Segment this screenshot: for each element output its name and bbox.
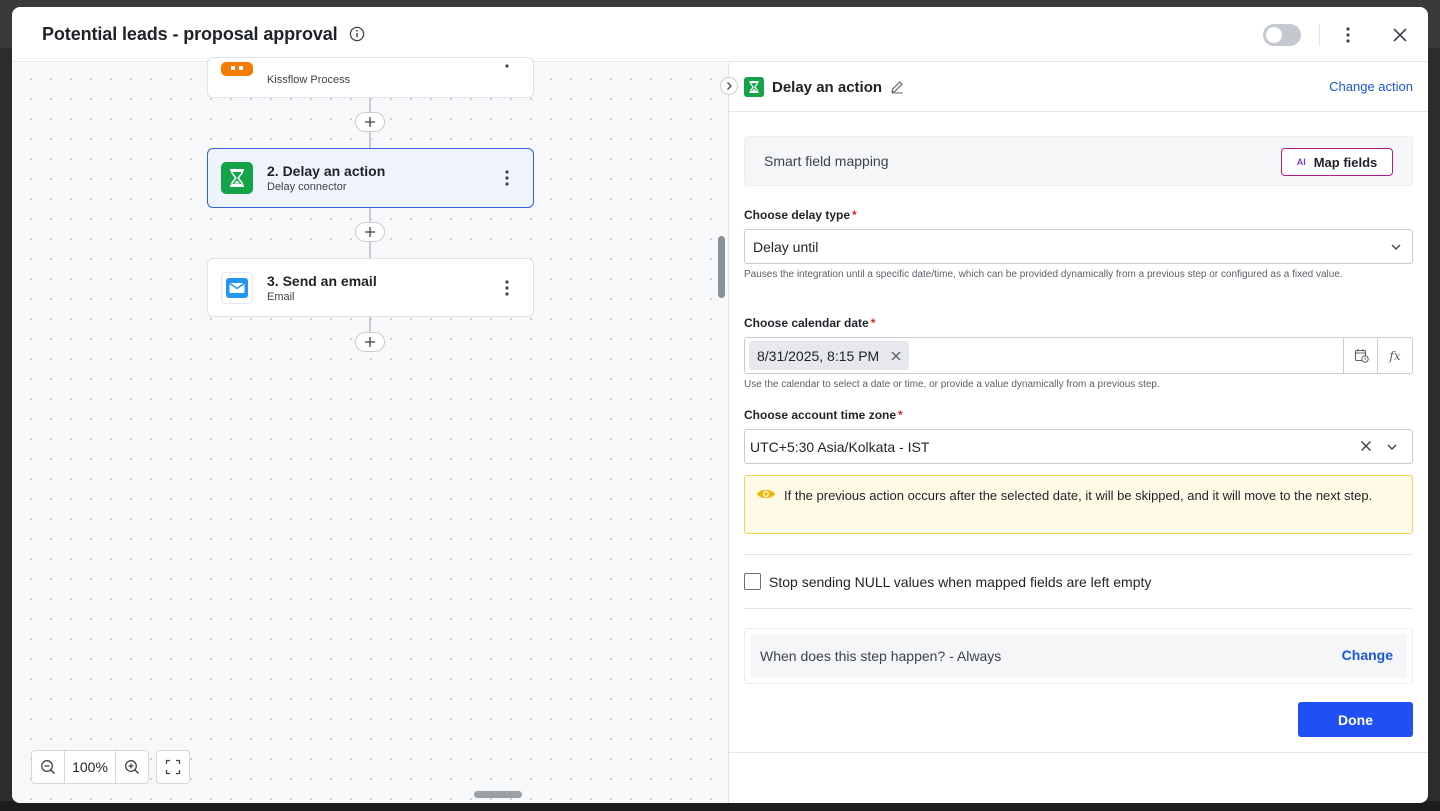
delay-type-helper: Pauses the integration until a specific … [744,269,1343,280]
panel-title: Delay an action [772,78,883,96]
required-mark: * [898,408,903,422]
email-icon [221,271,253,304]
calendar-date-label-text: Choose calendar date [744,316,869,330]
connector-line [369,208,371,222]
alert-text: If the previous action occurs after the … [784,488,1373,503]
workflow-modal: Potential leads - proposal approval Kiss… [12,7,1428,803]
close-icon[interactable] [891,351,901,361]
required-mark: * [870,316,876,330]
flow-node-process[interactable]: Kissflow Process [207,57,534,98]
close-icon[interactable] [1390,25,1410,45]
vertical-scrollbar[interactable] [718,236,725,298]
date-chip: 8/31/2025, 8:15 PM [749,341,910,370]
node-text: Kissflow Process [267,69,497,87]
section-divider [744,554,1413,555]
connector-line [369,98,371,112]
step-condition-box: When does this step happen? - Always Cha… [744,628,1413,684]
node-title: 2. Delay an action [267,163,386,179]
node-text: 3. Send an email Email [267,272,497,304]
delay-type-label: Choose delay type * [744,208,857,222]
time-zone-select[interactable]: UTC+5:30 Asia/Kolkata - IST [744,429,1413,464]
flow-node-email[interactable]: 3. Send an email Email [207,258,534,317]
required-mark: * [852,208,857,222]
panel-header: Delay an action Change action [729,63,1428,112]
workflow-canvas[interactable]: Kissflow Process 2. Delay an action Dela… [12,57,728,803]
calendar-clock-icon[interactable] [1343,338,1378,373]
null-values-label[interactable]: Stop sending NULL values when mapped fie… [769,574,1151,590]
smart-mapping-label: Smart field mapping [764,153,889,169]
flow-node-delay[interactable]: 2. Delay an action Delay connector [207,148,534,208]
action-config-panel: Delay an action Change action Smart fiel… [729,63,1428,803]
info-icon[interactable] [349,26,365,42]
zoom-out-icon[interactable] [32,751,64,783]
edit-pencil-icon[interactable] [890,80,904,94]
page-title: Potential leads - proposal approval [42,23,338,44]
calendar-date-input[interactable]: 8/31/2025, 8:15 PM fx [744,337,1413,374]
clear-icon[interactable] [1360,440,1372,452]
null-values-checkbox[interactable] [744,573,761,590]
node-subtitle: Kissflow Process [267,73,351,86]
map-fields-label: Map fields [1313,154,1378,170]
change-condition-link[interactable]: Change [1342,647,1393,663]
node-menu-icon[interactable] [497,166,517,190]
modal-header: Potential leads - proposal approval [12,7,1428,62]
enable-toggle[interactable] [1263,23,1301,46]
time-zone-label-text: Choose account time zone [744,408,897,422]
delay-type-label-text: Choose delay type [744,208,851,222]
step-condition: When does this step happen? - Always Cha… [750,634,1407,678]
node-subtitle: Email [267,290,295,303]
fit-screen-icon[interactable] [156,750,190,784]
hourglass-icon [221,162,253,194]
delay-type-value: Delay until [753,238,819,255]
step-condition-text: When does this step happen? - Always [760,648,1002,664]
date-chip-value: 8/31/2025, 8:15 PM [757,347,880,364]
add-step-button[interactable] [355,222,385,242]
null-values-option[interactable]: Stop sending NULL values when mapped fie… [744,573,1151,590]
node-menu-icon[interactable] [497,276,517,300]
add-step-button[interactable] [355,112,385,132]
connector-line [369,317,371,332]
skip-warning-alert: If the previous action occurs after the … [744,475,1413,534]
ai-sparkle-icon: AI [1296,157,1306,167]
node-text: 2. Delay an action Delay connector [267,162,497,194]
horizontal-scrollbar[interactable] [474,791,522,798]
delay-type-select[interactable]: Delay until [744,229,1413,264]
connector-line [369,132,371,148]
process-icon [221,61,253,76]
zoom-in-icon[interactable] [116,751,148,783]
zoom-level: 100% [64,751,116,783]
change-action-link[interactable]: Change action [1329,79,1413,94]
hourglass-icon [744,77,764,97]
time-zone-label: Choose account time zone * [744,408,903,422]
calendar-date-label: Choose calendar date * [744,316,875,330]
node-subtitle: Delay connector [267,181,347,193]
map-fields-button[interactable]: AI Map fields [1281,148,1393,176]
header-actions [1263,7,1428,62]
more-options-icon[interactable] [1338,23,1358,47]
fx-label: fx [1389,348,1401,363]
smart-field-mapping: Smart field mapping AI Map fields [744,136,1413,186]
connector-line [369,242,371,258]
chevron-down-icon [1390,240,1402,256]
add-step-button[interactable] [355,332,385,352]
zoom-controls: 100% [31,750,149,784]
calendar-date-helper: Use the calendar to select a date or tim… [744,379,1160,390]
time-zone-value: UTC+5:30 Asia/Kolkata - IST [750,438,930,455]
chevron-down-icon [1386,440,1398,456]
function-fx-icon[interactable]: fx [1377,338,1412,373]
node-title: 3. Send an email [267,272,377,289]
section-divider [744,608,1413,609]
node-menu-icon[interactable] [497,54,517,78]
eye-icon [756,487,776,501]
done-button[interactable]: Done [1298,702,1413,737]
header-divider [1319,23,1320,46]
footer-divider [729,752,1428,753]
